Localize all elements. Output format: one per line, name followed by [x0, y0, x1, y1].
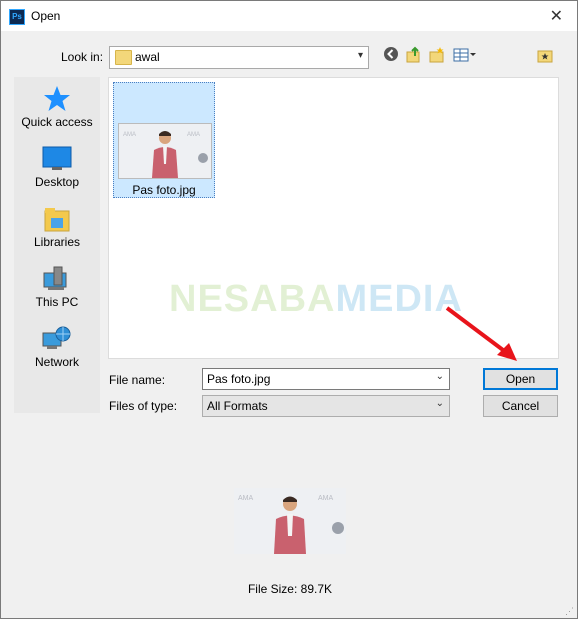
file-name-label: Pas foto.jpg: [132, 183, 196, 197]
open-dialog: Ps Open ✕ Look in: awal ▾ Quick access D…: [0, 0, 578, 619]
file-name-input[interactable]: Pas foto.jpg ⌄: [202, 368, 450, 390]
place-label: Libraries: [33, 235, 81, 249]
window-title: Open: [31, 9, 61, 23]
watermark-part1: NESABA: [169, 278, 336, 320]
annotation-arrow: [445, 306, 517, 361]
quick-access-star-icon: [42, 85, 72, 111]
image-preview: AMA AMA: [234, 488, 346, 554]
libraries-icon: [42, 205, 72, 232]
place-label: Quick access: [21, 115, 93, 129]
place-libraries[interactable]: Libraries: [14, 199, 100, 259]
svg-text:AMA: AMA: [318, 495, 334, 502]
favorites-folder-icon[interactable]: [536, 46, 554, 66]
look-in-value: awal: [135, 50, 160, 64]
open-button[interactable]: Open: [483, 368, 558, 390]
chevron-down-icon[interactable]: ▾: [358, 50, 363, 61]
resize-grip-icon[interactable]: ⋰: [565, 606, 575, 616]
place-label: This PC: [35, 295, 79, 309]
close-icon[interactable]: ✕: [550, 6, 563, 26]
back-arrow-icon[interactable]: [382, 46, 400, 66]
svg-text:AMA: AMA: [187, 132, 200, 138]
this-pc-icon: [42, 265, 72, 291]
view-menu-icon[interactable]: [452, 46, 478, 66]
title-bar: Ps Open ✕: [1, 1, 577, 31]
up-folder-icon[interactable]: [405, 46, 423, 66]
chevron-down-icon[interactable]: ⌄: [436, 398, 444, 409]
desktop-icon: [42, 145, 72, 171]
place-desktop[interactable]: Desktop: [14, 139, 100, 199]
place-this-pc[interactable]: This PC: [14, 259, 100, 319]
place-network[interactable]: Network: [14, 319, 100, 379]
file-type-field-label: Files of type:: [109, 399, 178, 413]
new-folder-icon[interactable]: [428, 46, 446, 66]
place-label: Desktop: [34, 175, 80, 189]
svg-text:AMA: AMA: [123, 132, 136, 138]
look-in-label: Look in:: [61, 50, 104, 64]
cancel-button[interactable]: Cancel: [483, 395, 558, 417]
watermark-logo: NESABAMEDIA: [169, 278, 463, 321]
file-item-pas-foto[interactable]: AMA AMA Pas foto.jpg: [113, 82, 215, 198]
photo-thumbnail: AMA AMA: [118, 123, 212, 179]
folder-icon: [115, 50, 132, 65]
chevron-down-icon[interactable]: ⌄: [436, 371, 444, 382]
place-label: Network: [34, 355, 79, 369]
file-name-value: Pas foto.jpg: [207, 372, 271, 386]
file-type-select[interactable]: All Formats ⌄: [202, 395, 450, 417]
svg-text:AMA: AMA: [238, 495, 254, 502]
file-size-text: File Size: 89.7K: [247, 582, 333, 596]
file-type-value: All Formats: [207, 399, 268, 413]
photoshop-app-icon: Ps: [9, 9, 25, 25]
look-in-dropdown[interactable]: awal ▾: [109, 46, 369, 69]
place-quick-access[interactable]: Quick access: [14, 79, 100, 139]
file-name-field-label: File name:: [109, 373, 166, 387]
network-icon: [42, 325, 72, 351]
places-bar: Quick access Desktop Libraries This PC N…: [14, 77, 100, 413]
